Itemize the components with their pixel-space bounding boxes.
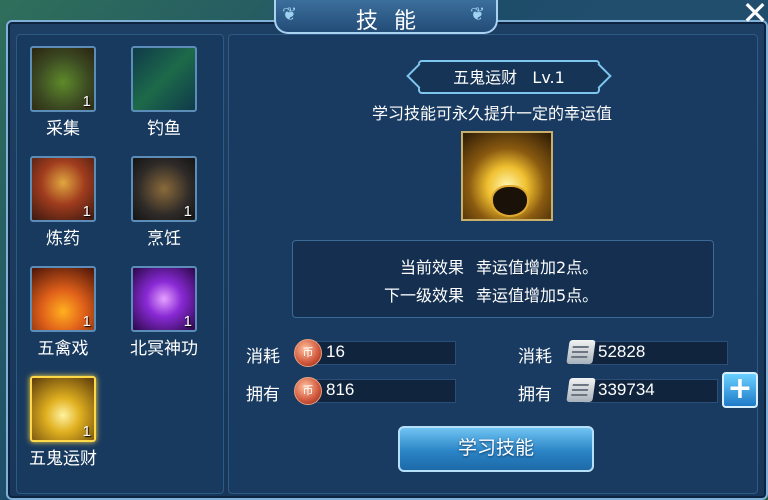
coin-cost-value: 16 xyxy=(326,342,345,361)
skill-level: 1 xyxy=(183,203,192,220)
coin-cost-label: 消耗 xyxy=(246,347,280,367)
skill-name: 炼药 xyxy=(46,229,80,249)
skill-level: 1 xyxy=(82,93,91,110)
scroll-own-value: 339734 xyxy=(598,380,655,399)
scroll-own-label: 拥有 xyxy=(518,385,552,405)
skill-name: 烹饪 xyxy=(147,229,181,249)
skill-item-beiming[interactable]: 1 北冥神功 xyxy=(127,266,201,359)
skill-item-wuguiyuncai[interactable]: 1 五鬼运财 xyxy=(26,376,100,469)
skill-item-cooking[interactable]: 1 烹饪 xyxy=(127,156,201,249)
skill-name: 钓鱼 xyxy=(147,119,181,139)
scroll-cost-value: 52828 xyxy=(598,342,646,361)
next-effect-value: 幸运值增加5点。 xyxy=(476,286,599,305)
skill-description: 学习技能可永久提升一定的幸运值 xyxy=(371,104,612,123)
coin-own-value: 816 xyxy=(326,380,355,399)
skill-item-alchemy[interactable]: 1 炼药 xyxy=(26,156,100,249)
skill-name: 五禽戏 xyxy=(37,339,89,359)
scroll-icon xyxy=(566,378,596,402)
pot-shape xyxy=(491,185,529,217)
treasure-pot-large-icon xyxy=(461,131,553,221)
skill-item-fishing[interactable]: 钓鱼 xyxy=(127,46,201,139)
add-scroll-button[interactable]: + xyxy=(722,372,758,408)
skill-level: 1 xyxy=(82,313,91,330)
next-effect-label: 下一级效果 xyxy=(383,286,464,305)
learn-skill-button[interactable]: 学习技能 xyxy=(398,426,594,472)
skill-level: 1 xyxy=(82,203,91,220)
skill-name: 五鬼运财 xyxy=(29,449,97,469)
current-effect-label: 当前效果 xyxy=(399,258,464,277)
effect-box xyxy=(292,240,714,318)
fishing-rod-icon xyxy=(131,46,197,112)
scroll-icon xyxy=(566,340,596,364)
skill-name: 北冥神功 xyxy=(130,339,198,359)
treasure-pot-icon: 1 xyxy=(30,376,96,442)
coin-own-label: 拥有 xyxy=(246,385,280,405)
cooking-wok-icon: 1 xyxy=(131,156,197,222)
gathering-basket-icon: 1 xyxy=(30,46,96,112)
coin-icon: 币 xyxy=(294,339,322,367)
skill-level: 1 xyxy=(183,313,192,330)
skill-name-level: 五鬼运财 Lv.1 xyxy=(453,68,565,87)
coin-icon: 币 xyxy=(294,377,322,405)
close-icon[interactable]: ✕ xyxy=(740,0,768,29)
five-animals-exercise-icon: 1 xyxy=(30,266,96,332)
current-effect-value: 幸运值增加2点。 xyxy=(476,258,599,277)
skill-item-gathering[interactable]: 1 采集 xyxy=(26,46,100,139)
window-title: 技能 xyxy=(355,9,432,34)
alchemy-furnace-icon: 1 xyxy=(30,156,96,222)
skill-level: 1 xyxy=(82,423,91,440)
skill-item-wuqinxi[interactable]: 1 五禽戏 xyxy=(26,266,100,359)
skill-name: 采集 xyxy=(46,119,80,139)
beiming-martial-icon: 1 xyxy=(131,266,197,332)
scroll-cost-label: 消耗 xyxy=(518,347,552,367)
